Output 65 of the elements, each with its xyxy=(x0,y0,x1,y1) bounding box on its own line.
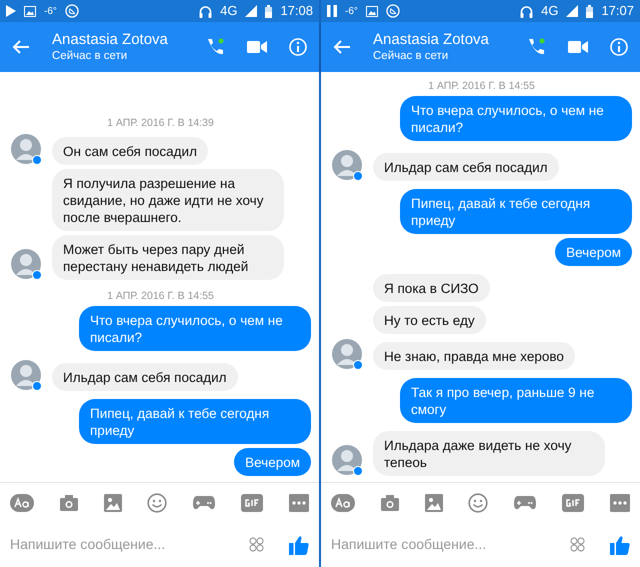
headphones-icon xyxy=(199,4,212,18)
image-icon xyxy=(366,6,378,16)
headphones-icon xyxy=(520,4,534,18)
video-camera-icon[interactable] xyxy=(247,40,267,54)
network-text: 4G xyxy=(541,2,558,20)
message-bubble: Ильдар сам себя посадил xyxy=(373,153,559,181)
info-icon[interactable] xyxy=(289,38,307,56)
message-bubble: Я получила разрешение на свидание, но даже идти не хочу после вчерашнего. xyxy=(52,169,284,231)
image-icon xyxy=(24,6,36,16)
video-camera-icon[interactable] xyxy=(568,40,588,54)
more-icon[interactable] xyxy=(610,494,630,512)
message-bubble: Я пока в СИЗО xyxy=(373,274,490,302)
temperature-text: -6° xyxy=(345,4,358,18)
signal-icon xyxy=(566,5,578,17)
clock-text: 17:07 xyxy=(601,2,634,20)
image-icon[interactable] xyxy=(424,494,443,512)
text-style-icon[interactable] xyxy=(331,494,355,512)
clock-text: 17:08 xyxy=(280,2,313,20)
game-controller-icon[interactable] xyxy=(514,495,536,510)
message-bubble: Может быть через пару дней перестану ненавидеть людей xyxy=(52,235,284,280)
contact-name: Anastasia Zotova xyxy=(373,31,490,49)
message-bubble: Вечером xyxy=(555,238,632,266)
gif-icon[interactable] xyxy=(562,494,584,512)
message-bubble: Он сам себя посадил xyxy=(52,137,208,165)
contact-name: Anastasia Zotova xyxy=(52,31,169,49)
network-text: 4G xyxy=(220,2,238,20)
message-bubble: Ильдара даже видеть не хочу тепеоь xyxy=(373,431,605,476)
stickers-icon[interactable] xyxy=(569,536,586,553)
message-bubble: Ну то есть еду xyxy=(373,306,486,334)
info-icon[interactable] xyxy=(610,38,628,56)
message-bubble: Пипец, давай к тебе сегодня приеду xyxy=(79,399,311,444)
message-bubble: Так я про вечер, раньше 9 не смогу xyxy=(400,378,632,423)
message-bubble: Пипец, давай к тебе сегодня приеду xyxy=(400,189,632,234)
gif-icon[interactable] xyxy=(241,494,264,512)
presence-status: Сейчас в сети xyxy=(373,49,450,63)
thumbs-up-icon[interactable] xyxy=(610,534,630,554)
message-bubble: Не знаю, правда мне херово xyxy=(373,342,575,370)
text-style-icon[interactable] xyxy=(10,494,34,512)
message-input[interactable]: Напишите сообщение... xyxy=(331,534,561,555)
game-controller-icon[interactable] xyxy=(193,495,216,510)
message-bubble: Что вчера случилось, о чем не писали? xyxy=(79,306,311,351)
pause-icon xyxy=(327,5,337,17)
back-icon[interactable] xyxy=(333,39,351,55)
presence-status: Сейчас в сети xyxy=(52,49,128,63)
thumbs-up-icon[interactable] xyxy=(289,534,309,554)
message-bubble: Ильдар сам себя посадил xyxy=(52,363,238,391)
emoji-icon[interactable] xyxy=(468,492,488,512)
timestamp: 1 АПР. 2016 Г. В 14:39 xyxy=(106,117,215,129)
message-input[interactable]: Напишите сообщение... xyxy=(10,534,240,555)
timestamp: 1 АПР. 2016 Г. В 14:55 xyxy=(106,290,215,302)
back-icon[interactable] xyxy=(12,39,30,55)
more-icon[interactable] xyxy=(288,494,309,512)
timestamp: 1 АПР. 2016 Г. В 14:55 xyxy=(427,80,536,92)
camera-icon[interactable] xyxy=(60,494,78,510)
battery-icon xyxy=(586,4,594,18)
image-icon[interactable] xyxy=(104,494,122,512)
message-bubble: Вечером xyxy=(234,448,311,476)
message-bubble: Что вчера случилось, о чем не писали? xyxy=(400,96,632,141)
battery-icon xyxy=(265,4,272,18)
temperature-text: -6° xyxy=(44,4,57,18)
stickers-icon[interactable] xyxy=(248,536,265,553)
camera-icon[interactable] xyxy=(380,494,399,510)
signal-icon xyxy=(245,5,258,17)
play-icon xyxy=(6,5,16,17)
emoji-icon[interactable] xyxy=(147,492,168,512)
